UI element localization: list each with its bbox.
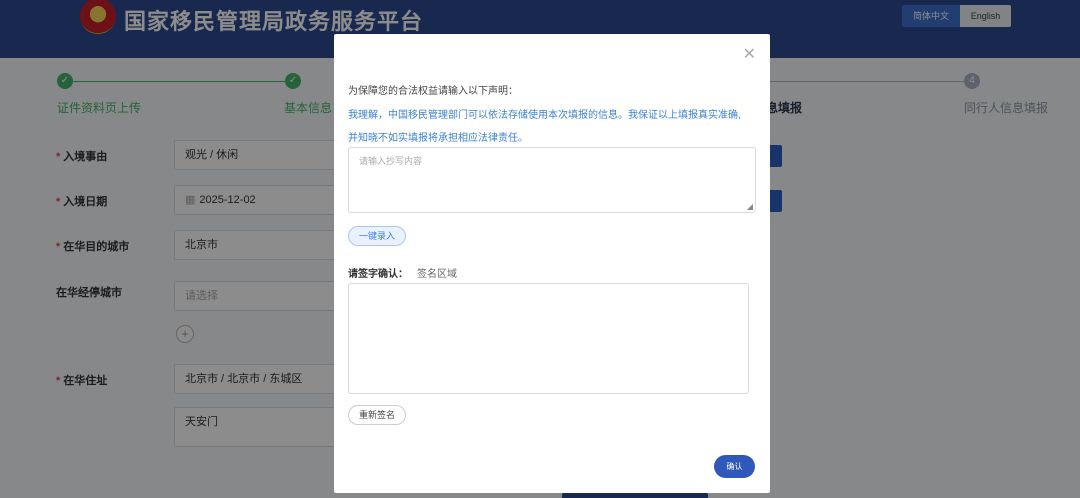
statement-intro: 为保障您的合法权益请输入以下声明： — [348, 86, 518, 97]
signature-canvas[interactable] — [348, 283, 749, 394]
auto-fill-button[interactable]: 一键录入 — [348, 226, 406, 246]
close-icon[interactable]: ✕ — [743, 44, 756, 64]
sign-confirm-label: 请签字确认： — [348, 269, 408, 280]
resign-button[interactable]: 重新签名 — [348, 405, 406, 425]
declaration-modal: ✕ 为保障您的合法权益请输入以下声明： 我理解，中国移民管理部门可以依法存储使用… — [334, 34, 770, 493]
sign-area-hint: 签名区域 — [417, 269, 457, 280]
copy-statement-textarea[interactable]: 请输入抄写内容 ◢ — [348, 147, 756, 213]
confirm-button[interactable]: 确认 — [714, 455, 755, 478]
resize-handle-icon[interactable]: ◢ — [747, 202, 753, 211]
textarea-placeholder: 请输入抄写内容 — [359, 156, 423, 166]
statement-text-line1: 我理解，中国移民管理部门可以依法存储使用本次填报的信息。我保证以上填报真实准确, — [348, 110, 741, 121]
statement-text-line2: 并知晓不如实填报将承担相应法律责任。 — [348, 133, 528, 144]
